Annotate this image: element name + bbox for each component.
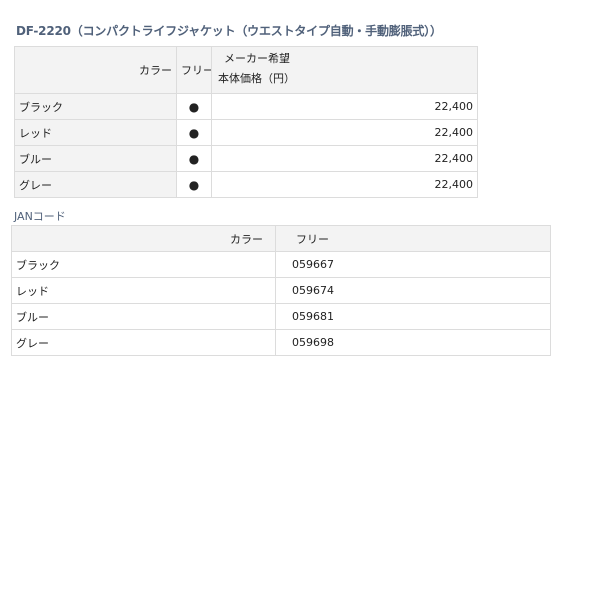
row-color-label: ブラック (11, 251, 276, 278)
price-header-line1: メーカー希望 (224, 52, 290, 65)
availability-mark: ● (176, 145, 212, 172)
table-row: ブルー ● 22,400 (14, 145, 478, 172)
jan-table-header-row: カラー フリー (11, 225, 551, 252)
jan-code-value: 059681 (275, 303, 551, 330)
table-row: レッド 059674 (11, 277, 551, 304)
price-value: 22,400 (211, 119, 478, 146)
price-value: 22,400 (211, 93, 478, 120)
table-row: ブルー 059681 (11, 303, 551, 330)
table-row: グレー 059698 (11, 329, 551, 356)
jan-code-value: 059667 (275, 251, 551, 278)
price-header-size-free: フリー (176, 46, 212, 94)
price-header-msrp: メーカー希望 本体価格（円） (211, 46, 478, 94)
jan-header-size-free: フリー (275, 225, 551, 252)
availability-mark: ● (176, 119, 212, 146)
table-row: ブラック 059667 (11, 251, 551, 278)
jan-code-value: 059674 (275, 277, 551, 304)
table-row: ブラック ● 22,400 (14, 93, 478, 120)
price-header-line2: 本体価格（円） (218, 72, 295, 85)
product-title: DF-2220（コンパクトライフジャケット（ウエストタイプ自動・手動膨脹式）） (16, 24, 442, 38)
row-color-label: ブルー (11, 303, 276, 330)
row-color-label: グレー (14, 171, 177, 198)
availability-mark: ● (176, 93, 212, 120)
row-color-label: レッド (11, 277, 276, 304)
table-row: レッド ● 22,400 (14, 119, 478, 146)
price-value: 22,400 (211, 171, 478, 198)
table-row: グレー ● 22,400 (14, 171, 478, 198)
price-header-color: カラー (14, 46, 177, 94)
jan-code-heading: JANコード (14, 210, 66, 223)
availability-mark: ● (176, 171, 212, 198)
row-color-label: ブルー (14, 145, 177, 172)
price-table-header-row: カラー フリー メーカー希望 本体価格（円） (14, 46, 478, 94)
row-color-label: ブラック (14, 93, 177, 120)
jan-header-color: カラー (11, 225, 276, 252)
price-table: カラー フリー メーカー希望 本体価格（円） ブラック ● 22,400 レッド… (14, 46, 478, 198)
row-color-label: レッド (14, 119, 177, 146)
jan-code-table: カラー フリー ブラック 059667 レッド 059674 ブルー 05968… (11, 225, 551, 356)
row-color-label: グレー (11, 329, 276, 356)
jan-code-value: 059698 (275, 329, 551, 356)
price-value: 22,400 (211, 145, 478, 172)
